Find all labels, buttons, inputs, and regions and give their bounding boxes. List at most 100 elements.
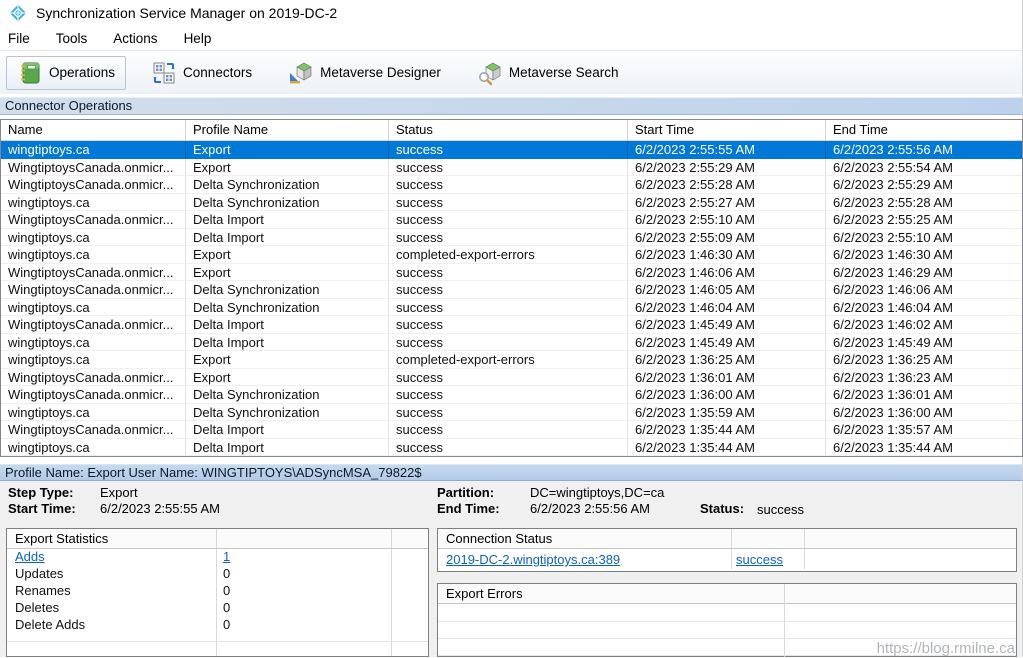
cell-status: success bbox=[389, 369, 628, 387]
table-row[interactable]: WingtiptoysCanada.onmicr... Export succe… bbox=[1, 159, 1022, 177]
status-label: Status: bbox=[700, 501, 744, 516]
table-row[interactable]: WingtiptoysCanada.onmicr... Delta Synchr… bbox=[1, 281, 1022, 299]
cell-profile-name: Delta Import bbox=[186, 421, 389, 439]
cell-profile-name: Export bbox=[186, 141, 389, 159]
statistic-value: 0 bbox=[216, 583, 230, 600]
menu-help[interactable]: Help bbox=[184, 31, 212, 46]
connection-status-panel: Connection Status 2019-DC-2.wingtiptoys.… bbox=[437, 528, 1017, 572]
statistic-label: Deletes bbox=[7, 600, 216, 617]
table-row[interactable]: WingtiptoysCanada.onmicr... Export succe… bbox=[1, 369, 1022, 387]
connectors-icon bbox=[151, 60, 177, 86]
cell-status: success bbox=[389, 316, 628, 334]
end-time-value: 6/2/2023 2:55:56 AM bbox=[530, 501, 650, 516]
cell-end-time: 6/2/2023 1:36:00 AM bbox=[826, 404, 1023, 422]
column-header-profile-name[interactable]: Profile Name bbox=[186, 120, 389, 140]
cell-end-time: 6/2/2023 2:55:28 AM bbox=[826, 194, 1023, 212]
cell-end-time: 6/2/2023 1:36:25 AM bbox=[826, 351, 1023, 369]
cell-start-time: 6/2/2023 2:55:10 AM bbox=[628, 211, 826, 229]
metaverse-designer-button[interactable]: Metaverse Designer bbox=[277, 56, 452, 90]
cell-status: success bbox=[389, 159, 628, 177]
cell-profile-name: Delta Import bbox=[186, 439, 389, 457]
table-header: Name Profile Name Status Start Time End … bbox=[1, 120, 1022, 141]
table-row[interactable]: wingtiptoys.ca Export completed-export-e… bbox=[1, 246, 1022, 264]
cell-end-time: 6/2/2023 1:46:30 AM bbox=[826, 246, 1023, 264]
table-row[interactable]: WingtiptoysCanada.onmicr... Delta Synchr… bbox=[1, 386, 1022, 404]
cell-start-time: 6/2/2023 2:55:09 AM bbox=[628, 229, 826, 247]
cell-status: success bbox=[389, 211, 628, 229]
cell-name: WingtiptoysCanada.onmicr... bbox=[1, 159, 186, 177]
table-row[interactable]: WingtiptoysCanada.onmicr... Delta Import… bbox=[1, 211, 1022, 229]
statistic-value: 0 bbox=[216, 600, 230, 617]
table-row[interactable]: WingtiptoysCanada.onmicr... Delta Import… bbox=[1, 316, 1022, 334]
cell-status: success bbox=[389, 281, 628, 299]
table-row[interactable]: wingtiptoys.ca Delta Synchronization suc… bbox=[1, 299, 1022, 317]
cell-profile-name: Export bbox=[186, 264, 389, 282]
cell-end-time: 6/2/2023 2:55:56 AM bbox=[826, 141, 1023, 159]
statistic-row[interactable]: Renames 0 bbox=[7, 583, 428, 600]
cell-name: wingtiptoys.ca bbox=[1, 194, 186, 212]
cell-start-time: 6/2/2023 1:46:05 AM bbox=[628, 281, 826, 299]
statistic-value: 0 bbox=[216, 617, 230, 634]
cell-profile-name: Export bbox=[186, 351, 389, 369]
table-row[interactable]: WingtiptoysCanada.onmicr... Delta Synchr… bbox=[1, 176, 1022, 194]
cell-end-time: 6/2/2023 2:55:25 AM bbox=[826, 211, 1023, 229]
cell-start-time: 6/2/2023 1:35:59 AM bbox=[628, 404, 826, 422]
metaverse-search-button[interactable]: Metaverse Search bbox=[466, 56, 630, 90]
table-row[interactable]: wingtiptoys.ca Export completed-export-e… bbox=[1, 351, 1022, 369]
statistic-label: Adds bbox=[7, 549, 216, 566]
export-statistics-panel: Export Statistics Adds 1 Updates 0 Renam… bbox=[6, 528, 429, 657]
statistic-value: 0 bbox=[216, 566, 230, 583]
table-row[interactable]: WingtiptoysCanada.onmicr... Delta Import… bbox=[1, 421, 1022, 439]
operations-button[interactable]: Operations bbox=[6, 56, 126, 90]
cell-status: success bbox=[389, 176, 628, 194]
menu-actions[interactable]: Actions bbox=[113, 31, 157, 46]
export-statistics-title: Export Statistics bbox=[15, 531, 108, 546]
cell-name: wingtiptoys.ca bbox=[1, 439, 186, 457]
column-header-status[interactable]: Status bbox=[389, 120, 628, 140]
cell-start-time: 6/2/2023 1:36:00 AM bbox=[628, 386, 826, 404]
menu-file[interactable]: File bbox=[8, 31, 30, 46]
statistic-row[interactable]: Delete Adds 0 bbox=[7, 617, 428, 634]
cell-name: WingtiptoysCanada.onmicr... bbox=[1, 369, 186, 387]
connector-operations-banner: Connector Operations bbox=[0, 97, 1022, 115]
cell-end-time: 6/2/2023 2:55:29 AM bbox=[826, 176, 1023, 194]
profile-detail-banner: Profile Name: Export User Name: WINGTIPT… bbox=[0, 464, 1022, 481]
table-row[interactable]: WingtiptoysCanada.onmicr... Export succe… bbox=[1, 264, 1022, 282]
cell-end-time: 6/2/2023 2:55:54 AM bbox=[826, 159, 1023, 177]
table-row[interactable]: wingtiptoys.ca Delta Import success 6/2/… bbox=[1, 229, 1022, 247]
cell-end-time: 6/2/2023 1:36:01 AM bbox=[826, 386, 1023, 404]
statistic-row[interactable]: Updates 0 bbox=[7, 566, 428, 583]
connection-status-link[interactable]: success bbox=[736, 551, 783, 569]
cell-status: success bbox=[389, 421, 628, 439]
column-header-name[interactable]: Name bbox=[1, 120, 186, 140]
column-header-start-time[interactable]: Start Time bbox=[628, 120, 826, 140]
connection-status-title: Connection Status bbox=[446, 531, 552, 546]
cell-start-time: 6/2/2023 1:36:01 AM bbox=[628, 369, 826, 387]
connectors-button[interactable]: Connectors bbox=[140, 56, 263, 90]
cell-end-time: 6/2/2023 2:55:10 AM bbox=[826, 229, 1023, 247]
cell-name: wingtiptoys.ca bbox=[1, 246, 186, 264]
menu-tools[interactable]: Tools bbox=[56, 31, 88, 46]
column-header-end-time[interactable]: End Time bbox=[826, 120, 1023, 140]
statistic-label: Renames bbox=[7, 583, 216, 600]
table-row[interactable]: wingtiptoys.ca Delta Synchronization suc… bbox=[1, 194, 1022, 212]
cell-status: success bbox=[389, 264, 628, 282]
statistic-row[interactable]: Deletes 0 bbox=[7, 600, 428, 617]
partition-value: DC=wingtiptoys,DC=ca bbox=[530, 485, 664, 500]
toolbar: Operations Connectors Metaverse Designer bbox=[0, 50, 1022, 94]
table-row[interactable]: wingtiptoys.ca Delta Import success 6/2/… bbox=[1, 439, 1022, 457]
table-row[interactable]: wingtiptoys.ca Delta Import success 6/2/… bbox=[1, 334, 1022, 352]
statistic-row[interactable]: Adds 1 bbox=[7, 549, 428, 566]
metaverse-designer-icon bbox=[288, 60, 314, 86]
statistic-label: Updates bbox=[7, 566, 216, 583]
connection-server-link[interactable]: 2019-DC-2.wingtiptoys.ca:389 bbox=[446, 551, 620, 569]
cell-end-time: 6/2/2023 1:35:44 AM bbox=[826, 439, 1023, 457]
cell-profile-name: Delta Synchronization bbox=[186, 194, 389, 212]
table-row[interactable]: wingtiptoys.ca Delta Synchronization suc… bbox=[1, 404, 1022, 422]
cell-status: completed-export-errors bbox=[389, 351, 628, 369]
cell-profile-name: Export bbox=[186, 369, 389, 387]
table-row[interactable]: wingtiptoys.ca Export success 6/2/2023 2… bbox=[1, 141, 1022, 159]
cell-status: success bbox=[389, 404, 628, 422]
cell-start-time: 6/2/2023 1:46:04 AM bbox=[628, 299, 826, 317]
end-time-label: End Time: bbox=[437, 501, 500, 516]
